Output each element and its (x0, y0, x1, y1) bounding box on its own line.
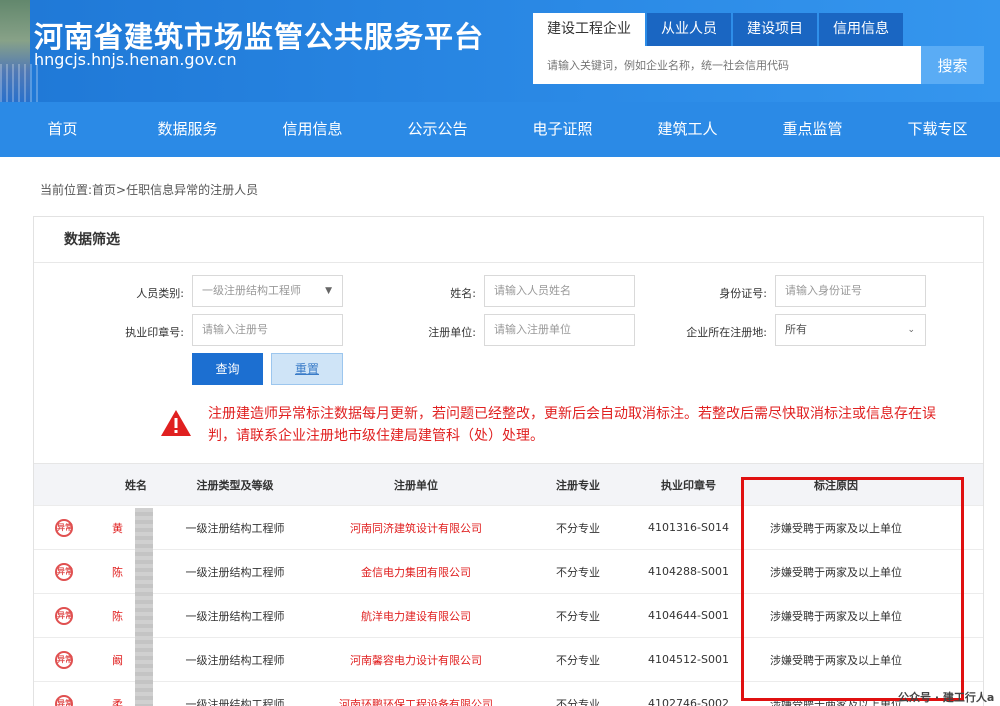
reg-unit-link[interactable]: 航洋电力建设有限公司 (292, 608, 540, 624)
reg-major: 不分专业 (556, 521, 600, 535)
reg-major: 不分专业 (556, 653, 600, 667)
person-name: 陈 (112, 565, 123, 579)
warning-icon (161, 410, 191, 436)
seal-number: 4104644-S001 (648, 609, 729, 622)
nav-home[interactable]: 首页 (0, 102, 125, 157)
search-tab-enterprise[interactable]: 建设工程企业 (533, 13, 645, 46)
panel-title: 数据筛选 (34, 217, 983, 263)
person-name: 阚 (112, 653, 123, 667)
highlight-box (741, 477, 964, 701)
name-label: 姓名: (450, 287, 476, 300)
chevron-down-icon: ⌄ (907, 325, 915, 335)
watermark: 公众号 · 建工行人a (898, 691, 995, 704)
unit-input[interactable]: 请输入注册单位 (484, 314, 635, 346)
nav-announcements[interactable]: 公示公告 (375, 102, 500, 157)
reg-unit-link[interactable]: 河南馨容电力设计有限公司 (292, 652, 540, 668)
person-name: 柔 (112, 697, 123, 706)
column-header-seal: 执业印章号 (661, 478, 716, 492)
reg-type: 一级注册结构工程师 (185, 697, 285, 706)
reg-type: 一级注册结构工程师 (185, 565, 285, 579)
nav-credit-info[interactable]: 信用信息 (250, 102, 375, 157)
site-header: 河南省建筑市场监管公共服务平台 hngcjs.hnjs.henan.gov.cn… (0, 0, 1000, 102)
nav-downloads[interactable]: 下载专区 (875, 102, 1000, 157)
notice-text: 注册建造师异常标注数据每月更新，若问题已经整改，更新后会自动取消标注。若整改后需… (208, 406, 936, 444)
nav-key-supervision[interactable]: 重点监管 (750, 102, 875, 157)
abnormal-badge-icon: 异常 (55, 562, 73, 581)
main-nav: 首页 数据服务 信用信息 公示公告 电子证照 建筑工人 重点监管 下载专区 (0, 102, 1000, 157)
chevron-down-icon: ▼ (325, 286, 332, 296)
nav-data-service[interactable]: 数据服务 (125, 102, 250, 157)
person-type-label: 人员类别: (136, 287, 184, 300)
region-value: 所有 (785, 323, 807, 336)
reg-type: 一级注册结构工程师 (185, 653, 285, 667)
reg-unit-link[interactable]: 金信电力集团有限公司 (292, 564, 540, 580)
seal-number: 4104288-S001 (648, 565, 729, 578)
header-decoration-stripes (0, 64, 40, 102)
seal-number: 4101316-S014 (648, 521, 729, 534)
unit-label: 注册单位: (428, 326, 476, 339)
seal-number: 4102746-S002 (648, 697, 729, 706)
column-header-unit: 注册单位 (394, 478, 438, 492)
reset-button[interactable]: 重置 (271, 353, 343, 385)
seal-input[interactable]: 请输入注册号 (192, 314, 343, 346)
search-tabs: 建设工程企业 从业人员 建设项目 信用信息 (533, 13, 903, 46)
search-tab-project[interactable]: 建设项目 (733, 13, 817, 46)
id-label: 身份证号: (719, 287, 767, 300)
region-label: 企业所在注册地: (686, 326, 767, 339)
abnormal-badge-icon: 异常 (55, 694, 73, 706)
privacy-mask (135, 508, 153, 706)
reg-major: 不分专业 (556, 697, 600, 706)
search-box: 搜索 (533, 46, 984, 84)
abnormal-badge-icon: 异常 (55, 518, 73, 537)
nav-construction-workers[interactable]: 建筑工人 (625, 102, 750, 157)
nav-e-certificates[interactable]: 电子证照 (500, 102, 625, 157)
column-header-name: 姓名 (125, 478, 147, 492)
abnormal-badge-icon: 异常 (55, 650, 73, 669)
reg-major: 不分专业 (556, 609, 600, 623)
person-name: 陈 (112, 609, 123, 623)
search-input[interactable] (533, 46, 921, 84)
breadcrumb: 当前位置:首页>任职信息异常的注册人员 (40, 183, 259, 197)
seal-label: 执业印章号: (125, 326, 184, 339)
region-select[interactable]: 所有 ⌄ (775, 314, 926, 346)
column-header-type: 注册类型及等级 (196, 478, 274, 492)
reg-unit-link[interactable]: 河南同济建筑设计有限公司 (292, 520, 540, 536)
reg-major: 不分专业 (556, 565, 600, 579)
person-type-select[interactable]: 一级注册结构工程师 ▼ (192, 275, 343, 307)
search-button[interactable]: 搜索 (921, 46, 984, 84)
reg-type: 一级注册结构工程师 (185, 609, 285, 623)
search-tab-credit[interactable]: 信用信息 (819, 13, 903, 46)
reg-unit-link[interactable]: 河南环鹏环保工程设备有限公司 (292, 696, 540, 706)
id-input[interactable]: 请输入身份证号 (775, 275, 926, 307)
column-header-major: 注册专业 (556, 478, 600, 492)
seal-number: 4104512-S001 (648, 653, 729, 666)
person-name: 黄 (112, 521, 123, 535)
name-input[interactable]: 请输入人员姓名 (484, 275, 635, 307)
reg-type: 一级注册结构工程师 (185, 521, 285, 535)
query-button[interactable]: 查询 (192, 353, 263, 385)
person-type-value: 一级注册结构工程师 (202, 284, 301, 297)
search-tab-personnel[interactable]: 从业人员 (647, 13, 731, 46)
site-url: hngcjs.hnjs.henan.gov.cn (34, 50, 237, 69)
abnormal-badge-icon: 异常 (55, 606, 73, 625)
